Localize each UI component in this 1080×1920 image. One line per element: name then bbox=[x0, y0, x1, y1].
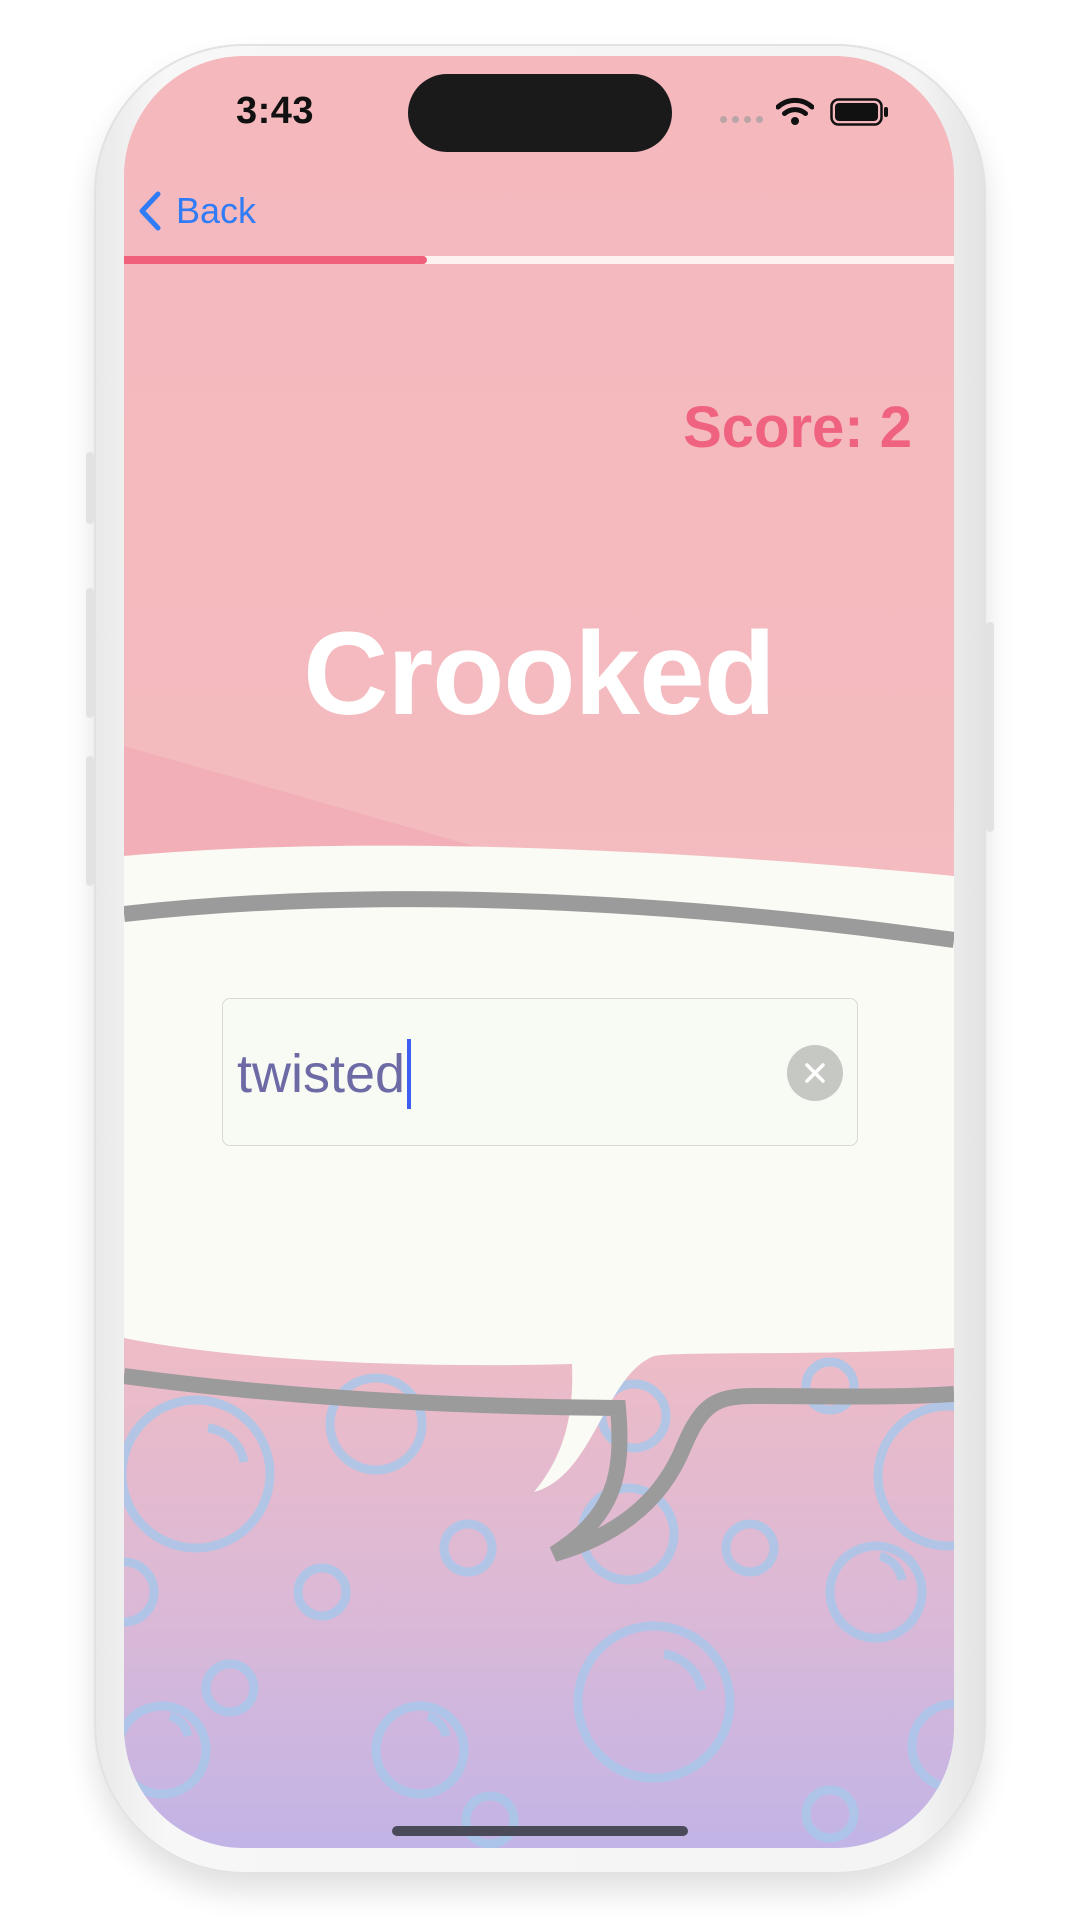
status-bar: 3:43 bbox=[124, 56, 954, 166]
answer-input[interactable]: twisted bbox=[222, 998, 858, 1146]
volume-down-button bbox=[86, 756, 94, 886]
answer-text-wrapper: twisted bbox=[237, 1039, 412, 1109]
speech-bubble-illustration bbox=[124, 746, 954, 1848]
bubble-decorations bbox=[124, 1357, 954, 1848]
back-label: Back bbox=[176, 190, 257, 231]
app-screen: 3:43 Back Score: 2 Crooked twisted bbox=[124, 56, 954, 1848]
status-time: 3:43 bbox=[236, 90, 315, 132]
clear-button[interactable] bbox=[787, 1045, 843, 1101]
silent-switch bbox=[86, 452, 94, 524]
progress-bar-fill bbox=[124, 256, 427, 264]
text-cursor bbox=[407, 1039, 412, 1109]
power-button bbox=[986, 622, 994, 832]
prompt-word: Crooked bbox=[303, 608, 776, 740]
progress-bar bbox=[124, 256, 954, 264]
score-label: Score: 2 bbox=[683, 395, 912, 460]
home-indicator[interactable] bbox=[392, 1826, 688, 1836]
chevron-left-icon bbox=[139, 191, 161, 231]
wifi-icon bbox=[776, 97, 814, 125]
back-button[interactable]: Back bbox=[138, 190, 256, 232]
clear-x-icon bbox=[805, 1063, 825, 1083]
volume-up-button bbox=[86, 588, 94, 718]
dynamic-island bbox=[408, 74, 672, 152]
battery-icon bbox=[830, 98, 888, 126]
answer-input-value: twisted bbox=[237, 1044, 406, 1104]
cellular-icon bbox=[720, 116, 763, 123]
